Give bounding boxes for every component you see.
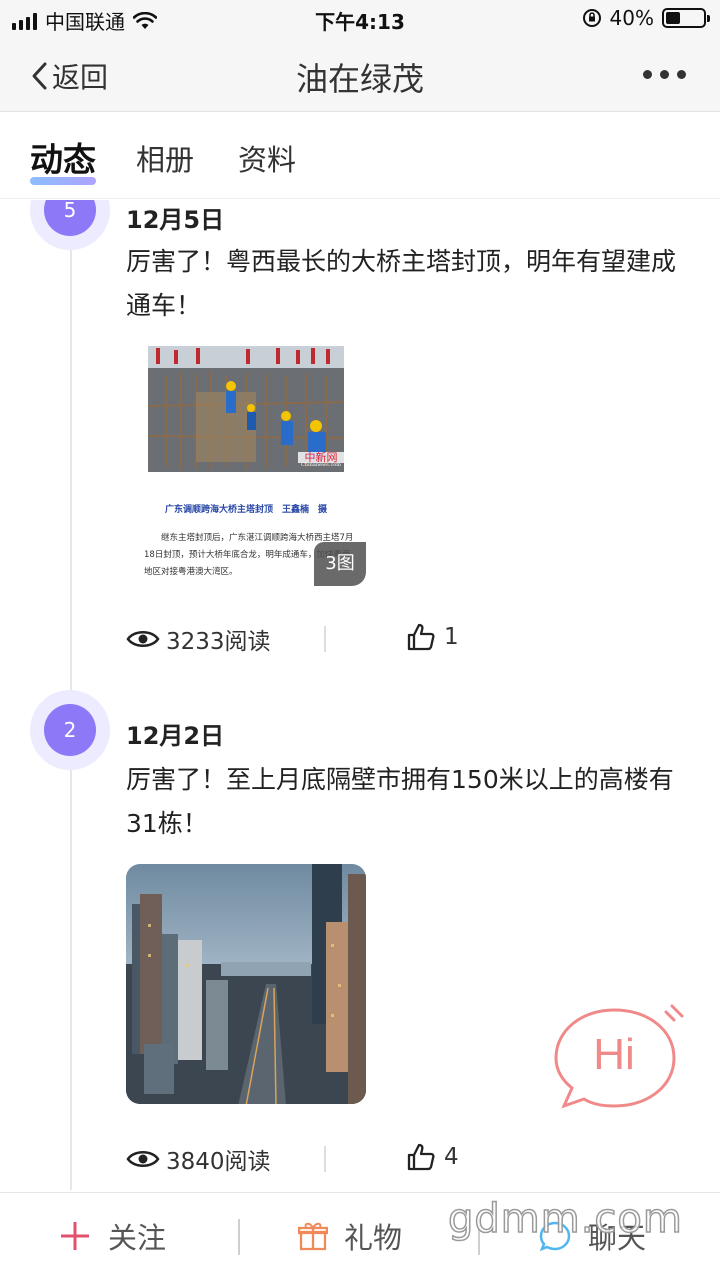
status-right: 40% xyxy=(582,6,710,30)
post-text: 厉害了！粤西最长的大桥主塔封顶，明年有望建成通车！ xyxy=(126,247,677,320)
post-badge: 5 xyxy=(30,200,110,250)
tab-album[interactable]: 相册 xyxy=(136,137,194,179)
image-watermark: 中新网 Chinanews.com xyxy=(298,452,344,468)
gift-button[interactable]: 礼物 xyxy=(298,1215,402,1257)
post-image[interactable]: 中新网 Chinanews.com 广东调顺跨海大桥主塔封顶 王鑫楠 摄 继东主… xyxy=(126,346,366,586)
eye-icon xyxy=(126,1151,160,1167)
bottom-divider xyxy=(238,1219,240,1255)
rotation-lock-icon xyxy=(582,9,601,27)
tab-moments[interactable]: 动态 xyxy=(30,133,96,181)
post-stats: 3233阅读 1 xyxy=(126,618,686,658)
read-count: 3233阅读 xyxy=(126,622,271,656)
eye-icon xyxy=(126,631,160,647)
image-count-badge: 3图 xyxy=(314,542,366,586)
active-tab-indicator xyxy=(30,177,96,185)
tab-bar: 动态 相册 资料 xyxy=(0,113,720,199)
page-title: 油在绿茂 xyxy=(295,60,424,98)
nav-bar: 返回 油在绿茂 xyxy=(0,36,720,112)
stats-divider xyxy=(324,626,326,652)
like-button[interactable]: 1 xyxy=(406,622,459,652)
post-date: 12月2日 xyxy=(126,722,225,750)
post-badge: 2 xyxy=(30,690,110,770)
more-icon[interactable] xyxy=(643,70,686,79)
gift-icon xyxy=(298,1222,328,1251)
tab-profile[interactable]: 资料 xyxy=(238,137,296,179)
hi-chat-bubble[interactable]: Hi xyxy=(554,1002,684,1114)
status-bar: 中国联通 下午4:13 40% xyxy=(0,0,720,36)
post-image[interactable] xyxy=(126,864,366,1104)
hi-label: Hi xyxy=(593,1030,635,1079)
city-skyline-photo xyxy=(126,864,366,1104)
battery-percent: 40% xyxy=(609,6,654,30)
like-button[interactable]: 4 xyxy=(406,1142,459,1172)
site-watermark: gdmm.com xyxy=(447,1195,683,1243)
post-stats: 3840阅读 4 xyxy=(126,1138,686,1178)
read-count: 3840阅读 xyxy=(126,1142,271,1176)
plus-icon xyxy=(61,1222,89,1250)
post-date: 12月5日 xyxy=(126,206,225,234)
image-caption: 广东调顺跨海大桥主塔封顶 王鑫楠 摄 xyxy=(164,505,327,515)
thumbs-up-icon xyxy=(407,623,435,651)
battery-icon xyxy=(662,8,710,28)
post-text: 厉害了！至上月底隔壁市拥有150米以上的高楼有31栋！ xyxy=(126,765,674,838)
follow-button[interactable]: 关注 xyxy=(58,1215,166,1257)
thumbs-up-icon xyxy=(407,1143,435,1171)
stats-divider xyxy=(324,1146,326,1172)
